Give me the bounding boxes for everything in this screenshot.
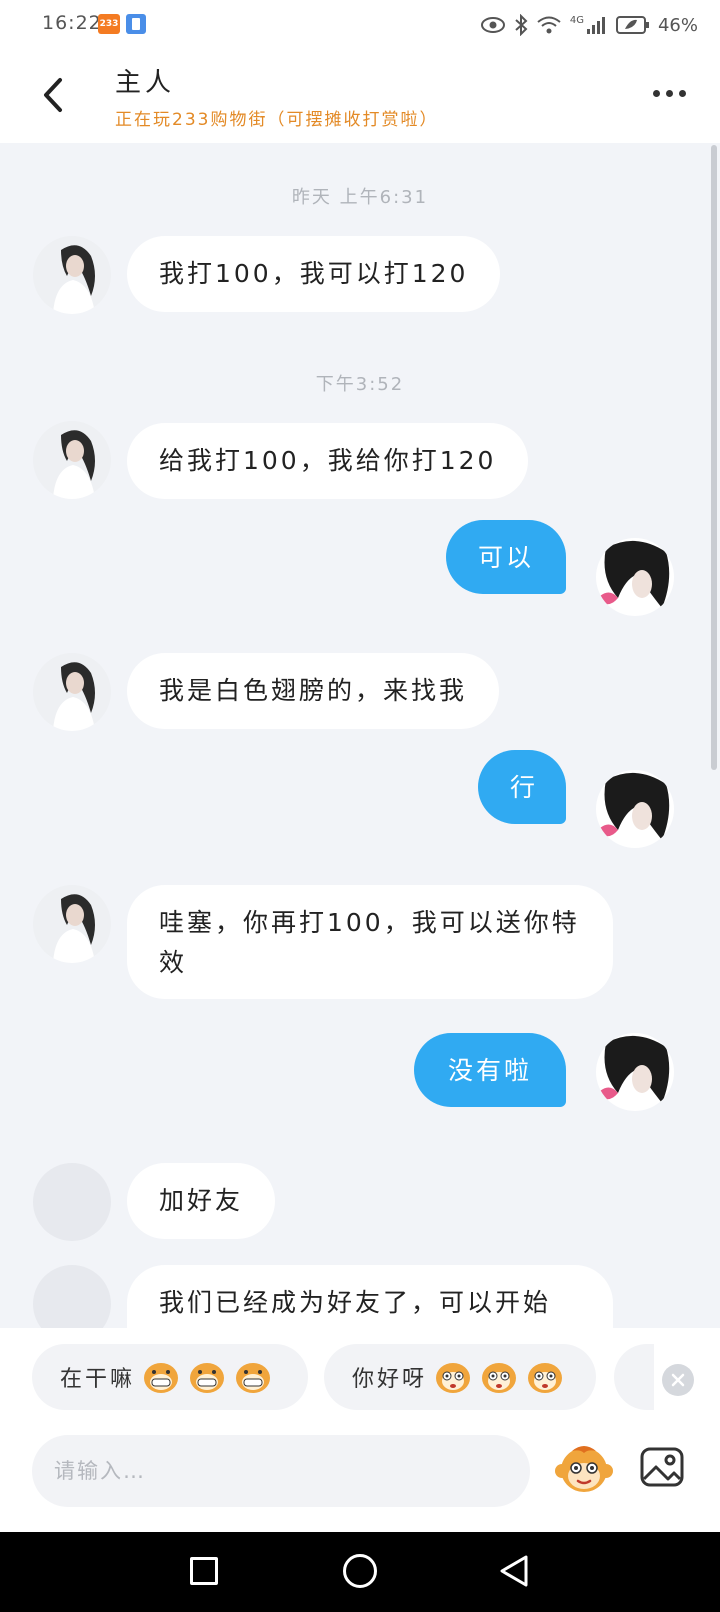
close-icon[interactable] (662, 1364, 694, 1396)
nav-back-icon[interactable] (498, 1554, 530, 1588)
more-dots-icon[interactable] (653, 90, 686, 97)
message-incoming[interactable]: 加好友 (127, 1163, 276, 1239)
message-list[interactable]: 昨天 上午6:31 我打100，我可以打120 下午3:52 给我打100，我给… (0, 143, 720, 1328)
message-outgoing[interactable]: 行 (478, 750, 566, 824)
notification-app-icon (126, 14, 146, 34)
eye-icon (480, 17, 505, 33)
recent-apps-button[interactable] (190, 1557, 218, 1585)
my-avatar[interactable] (596, 770, 674, 848)
my-avatar[interactable] (596, 1033, 674, 1111)
wifi-icon (537, 16, 561, 34)
bluetooth-icon (515, 14, 528, 36)
message-incoming[interactable]: 我是白色翅膀的，来找我 (127, 653, 500, 729)
surprised-face-icon (525, 1359, 565, 1395)
home-button[interactable] (343, 1554, 377, 1588)
contact-name: 主人 (115, 68, 176, 98)
contact-avatar[interactable] (33, 1163, 111, 1241)
contact-avatar[interactable] (33, 1265, 111, 1328)
status-bar: 16:22 233 4G 46% (0, 0, 720, 50)
contact-avatar[interactable] (33, 653, 111, 731)
my-avatar[interactable] (596, 538, 674, 616)
signal-icon (586, 17, 605, 34)
grin-face-icon (233, 1359, 273, 1395)
back-button[interactable] (30, 70, 80, 120)
system-nav-bar (0, 1532, 720, 1612)
scrollbar[interactable] (711, 145, 717, 770)
quick-reply-chip-partial[interactable] (614, 1344, 654, 1410)
battery-percent: 46% (657, 14, 698, 36)
status-time: 16:22 (42, 12, 102, 34)
message-outgoing[interactable]: 没有啦 (414, 1033, 566, 1107)
grin-face-icon (141, 1359, 181, 1395)
battery-icon (615, 16, 649, 34)
quick-reply-label: 你好呀 (352, 1367, 428, 1392)
image-icon[interactable] (638, 1443, 686, 1491)
timestamp: 昨天 上午6:31 (291, 187, 429, 208)
contact-avatar[interactable] (33, 236, 111, 314)
contact-status: 正在玩233购物街（可摆摊收打赏啦） (115, 110, 439, 130)
message-incoming[interactable]: 我打100，我可以打120 (127, 236, 501, 312)
chat-header: 主人 正在玩233购物街（可摆摊收打赏啦） (0, 50, 720, 143)
contact-avatar[interactable] (33, 885, 111, 963)
surprised-face-icon (433, 1359, 473, 1395)
emoji-monkey-icon[interactable] (554, 1439, 614, 1499)
message-outgoing[interactable]: 可以 (446, 520, 566, 594)
grin-face-icon (187, 1359, 227, 1395)
chevron-left-icon (44, 78, 62, 112)
message-incoming[interactable]: 哇塞，你再打100，我可以送你特效 (127, 885, 613, 999)
surprised-face-icon (479, 1359, 519, 1395)
timestamp: 下午3:52 (315, 374, 405, 395)
message-incoming[interactable]: 我们已经成为好友了，可以开始 (127, 1265, 613, 1328)
status-icons: 4G 46% (480, 10, 698, 40)
quick-reply-label: 在干嘛 (60, 1367, 136, 1392)
quick-reply-chip[interactable]: 在干嘛 (32, 1344, 308, 1410)
network-type: 4G (569, 14, 584, 26)
message-input[interactable] (32, 1435, 530, 1507)
input-bar (0, 1421, 720, 1532)
quick-reply-chip[interactable]: 你好呀 (324, 1344, 596, 1410)
quick-reply-bar: 在干嘛 你好呀 (0, 1328, 720, 1421)
message-incoming[interactable]: 给我打100，我给你打120 (127, 423, 529, 499)
contact-avatar[interactable] (33, 421, 111, 499)
app-233-icon: 233 (98, 14, 120, 34)
